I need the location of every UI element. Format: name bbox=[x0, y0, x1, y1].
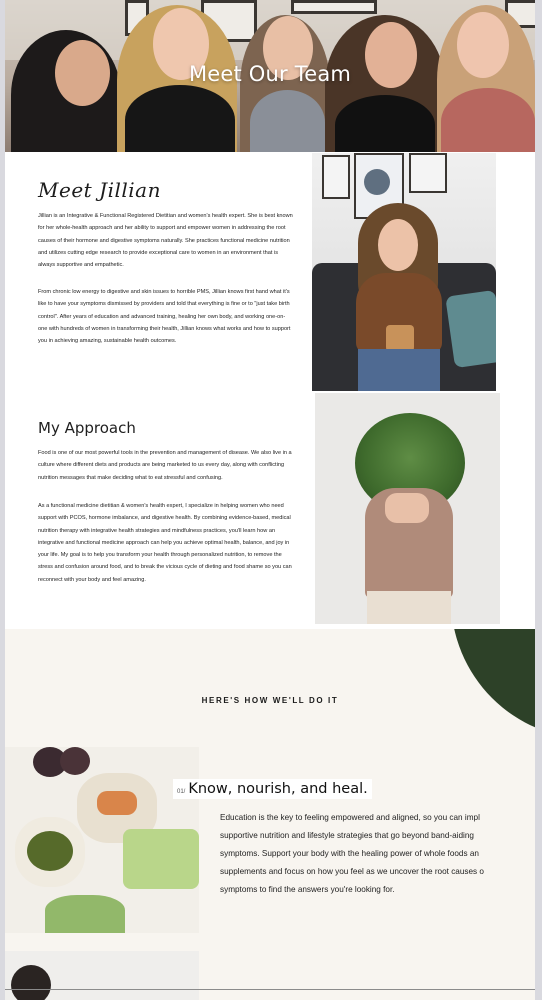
my-approach-title: My Approach bbox=[38, 419, 136, 437]
woman-pants bbox=[367, 591, 451, 624]
jillian-bio-paragraph-1: Jillian is an Integrative & Functional R… bbox=[38, 213, 293, 269]
team-member-top bbox=[250, 90, 325, 152]
celery bbox=[123, 829, 199, 889]
pillow bbox=[445, 289, 496, 369]
team-member-top bbox=[335, 95, 435, 152]
team-member-top bbox=[441, 88, 535, 152]
how-section: HERE'S HOW WE'LL DO IT 01/ Know, nourish… bbox=[5, 629, 535, 1000]
hero-frame-art bbox=[291, 0, 377, 14]
page: Meet Our Team Meet Jillian Jillian is an… bbox=[5, 0, 535, 1000]
step-description-line: Education is the key to feeling empowere… bbox=[220, 813, 480, 822]
approach-paragraph-1: Food is one of our most powerful tools i… bbox=[38, 450, 292, 481]
jeans bbox=[358, 349, 440, 391]
team-member-top bbox=[125, 85, 235, 152]
scrollbar-track[interactable] bbox=[535, 0, 542, 1000]
section-divider bbox=[5, 989, 535, 990]
step-description-line: supportive nutrition and lifestyle strat… bbox=[220, 831, 474, 840]
avocado bbox=[60, 747, 90, 775]
wall-art-frame bbox=[409, 153, 447, 193]
step-heading: 01/ Know, nourish, and heal. bbox=[173, 779, 372, 799]
step-description-line: symptoms to find the answers you're look… bbox=[220, 885, 395, 894]
wall-art-circle bbox=[364, 169, 390, 195]
jillian-face bbox=[378, 219, 418, 271]
jillian-bio-paragraph-2: From chronic low energy to digestive and… bbox=[38, 289, 291, 345]
greens bbox=[45, 895, 125, 933]
hero-title: Meet Our Team bbox=[188, 62, 352, 86]
carrots bbox=[97, 791, 137, 815]
how-kicker: HERE'S HOW WE'LL DO IT bbox=[201, 696, 339, 705]
food-photo bbox=[5, 747, 199, 933]
step-description-line: supplements and focus on how you feel as… bbox=[220, 867, 484, 876]
lentils bbox=[27, 831, 73, 871]
next-step-photo bbox=[5, 951, 199, 1000]
decorative-green-shape bbox=[451, 629, 535, 739]
meet-jillian-title: Meet Jillian bbox=[38, 178, 161, 202]
step-title: Know, nourish, and heal. bbox=[188, 781, 368, 797]
wall-art-frame bbox=[322, 155, 350, 199]
step-description: Education is the key to feeling empowere… bbox=[220, 809, 535, 899]
step-number: 01/ bbox=[177, 789, 186, 795]
greens-photo bbox=[315, 393, 500, 624]
hero-banner: Meet Our Team bbox=[5, 0, 535, 152]
step-description-line: symptoms. Support your body with the hea… bbox=[220, 849, 479, 858]
jillian-photo bbox=[312, 153, 496, 391]
next-photo-figure bbox=[11, 965, 51, 1000]
approach-paragraph-2: As a functional medicine dietitian & wom… bbox=[38, 503, 292, 583]
woman-hands bbox=[385, 493, 429, 523]
